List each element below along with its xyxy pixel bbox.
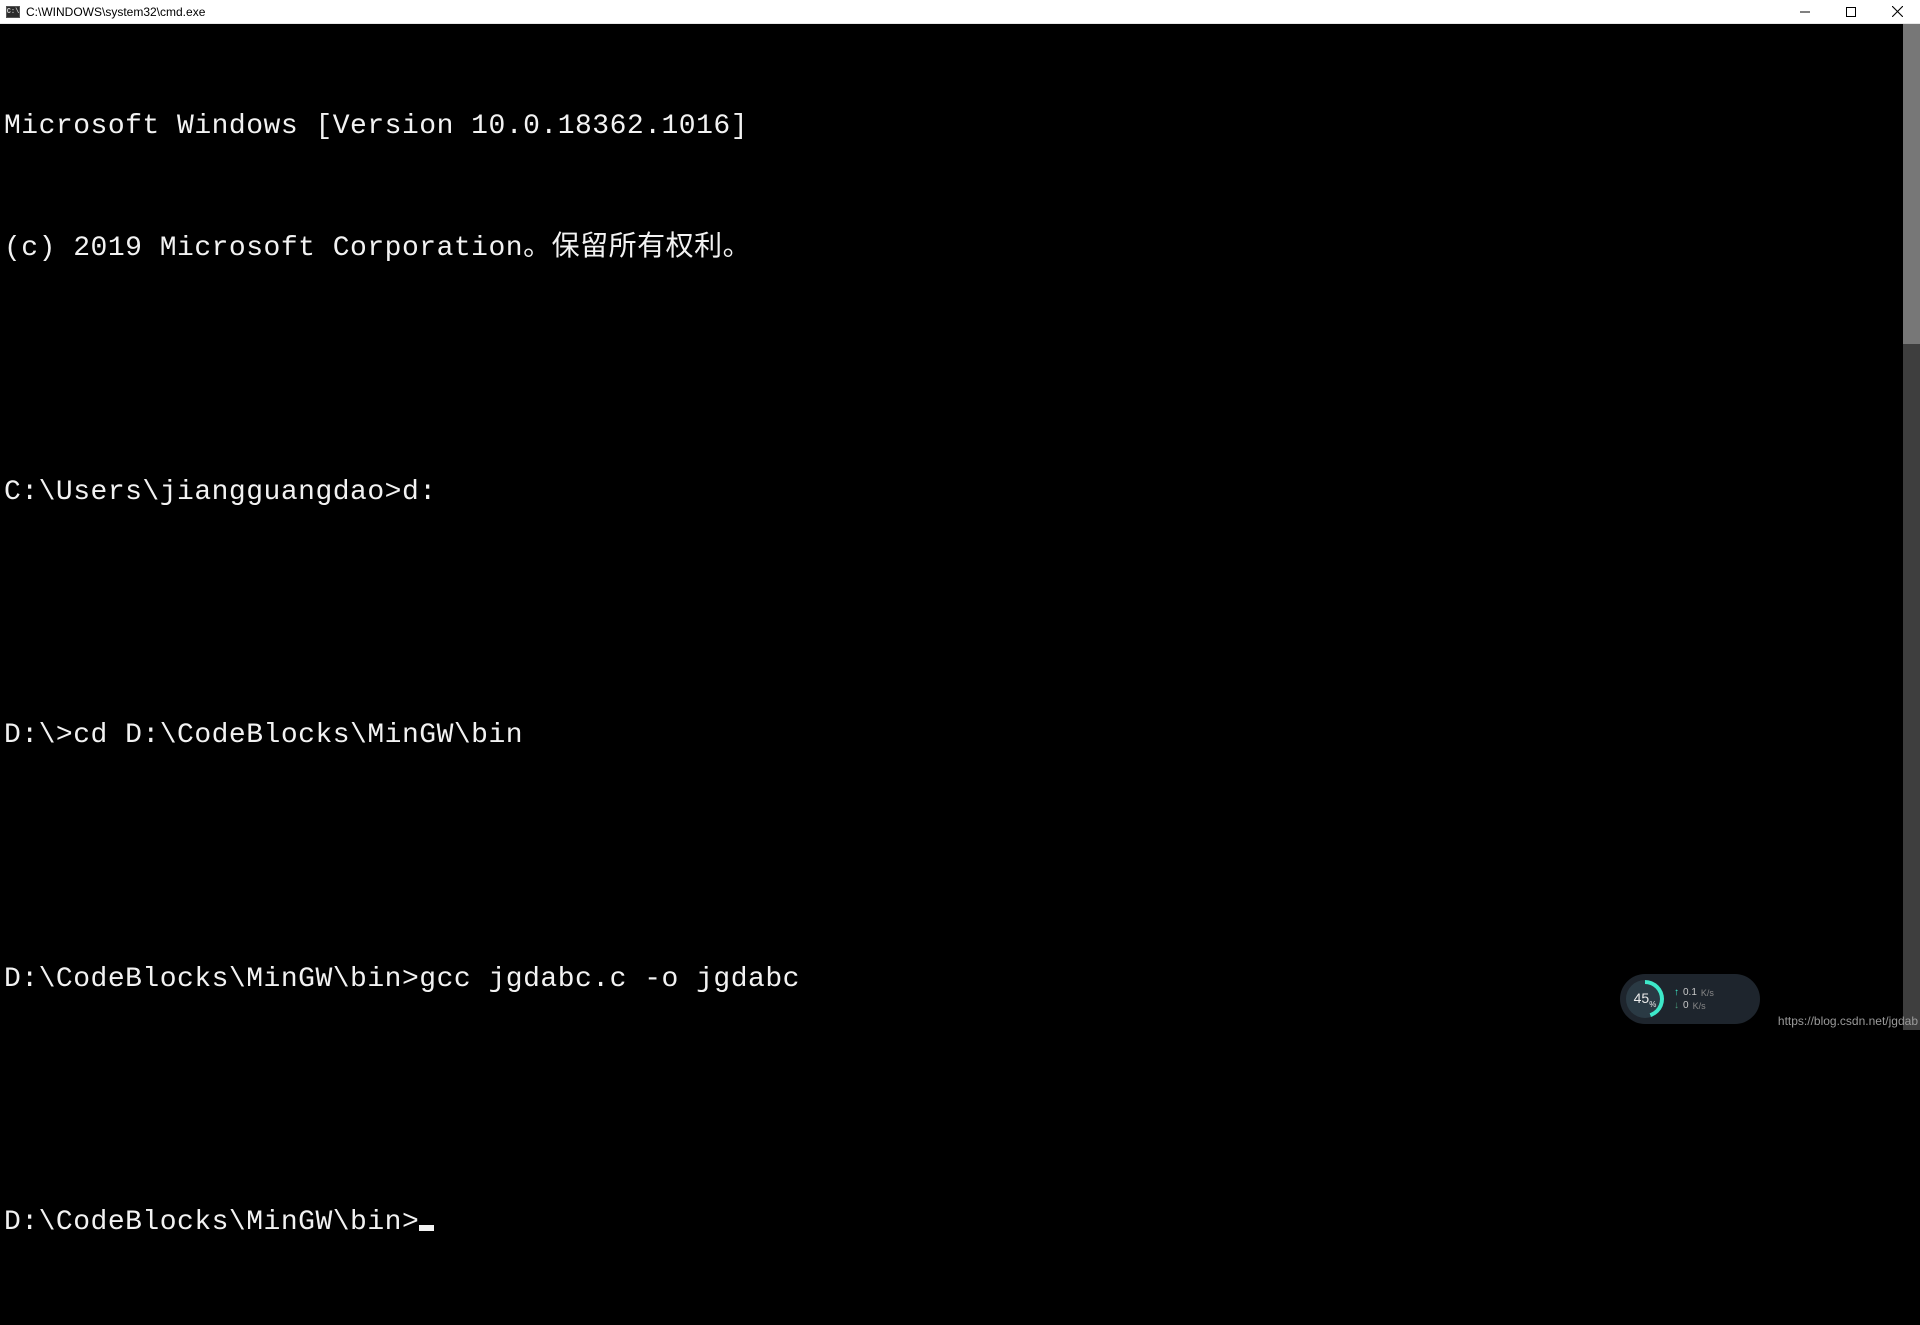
terminal-line [4, 1081, 1899, 1122]
upload-value: 0.1 [1683, 987, 1697, 998]
minimize-icon [1800, 7, 1810, 17]
gauge-icon: 45% [1626, 980, 1664, 1018]
cursor-icon [419, 1225, 434, 1231]
window-controls [1782, 0, 1920, 23]
maximize-button[interactable] [1828, 0, 1874, 23]
download-unit: K/s [1693, 1001, 1706, 1011]
download-row: ↓ 0 K/s [1674, 1000, 1714, 1011]
titlebar-left: C:\ C:\WINDOWS\system32\cmd.exe [6, 5, 205, 19]
terminal-line [4, 351, 1899, 392]
terminal-prompt-line: D:\CodeBlocks\MinGW\bin> [4, 1203, 1899, 1244]
scrollbar[interactable] [1903, 24, 1920, 1030]
window-title: C:\WINDOWS\system32\cmd.exe [26, 5, 205, 19]
maximize-icon [1846, 7, 1856, 17]
terminal-prompt: D:\CodeBlocks\MinGW\bin> [4, 1207, 419, 1238]
download-value: 0 [1683, 1000, 1689, 1011]
upload-unit: K/s [1701, 988, 1714, 998]
titlebar: C:\ C:\WINDOWS\system32\cmd.exe [0, 0, 1920, 24]
minimize-button[interactable] [1782, 0, 1828, 23]
close-button[interactable] [1874, 0, 1920, 23]
network-widget[interactable]: 45% ↑ 0.1 K/s ↓ 0 K/s [1620, 974, 1760, 1024]
scrollbar-thumb[interactable] [1903, 24, 1920, 344]
terminal-line: Microsoft Windows [Version 10.0.18362.10… [4, 107, 1899, 148]
gauge-percent: 45% [1634, 990, 1657, 1009]
arrow-up-icon: ↑ [1674, 987, 1679, 998]
terminal-line: (c) 2019 Microsoft Corporation。保留所有权利。 [4, 229, 1899, 270]
terminal-line [4, 838, 1899, 879]
cmd-icon: C:\ [6, 6, 20, 18]
terminal-line: D:\>cd D:\CodeBlocks\MinGW\bin [4, 716, 1899, 757]
terminal-line: D:\CodeBlocks\MinGW\bin>gcc jgdabc.c -o … [4, 960, 1899, 1001]
terminal-line [4, 594, 1899, 635]
terminal[interactable]: Microsoft Windows [Version 10.0.18362.10… [0, 24, 1903, 1030]
close-icon [1892, 6, 1903, 17]
terminal-wrap: Microsoft Windows [Version 10.0.18362.10… [0, 24, 1920, 1030]
arrow-down-icon: ↓ [1674, 1000, 1679, 1011]
watermark: https://blog.csdn.net/jgdab [1778, 1014, 1918, 1028]
upload-row: ↑ 0.1 K/s [1674, 987, 1714, 998]
terminal-line: C:\Users\jiangguangdao>d: [4, 473, 1899, 514]
network-stats: ↑ 0.1 K/s ↓ 0 K/s [1674, 987, 1714, 1011]
